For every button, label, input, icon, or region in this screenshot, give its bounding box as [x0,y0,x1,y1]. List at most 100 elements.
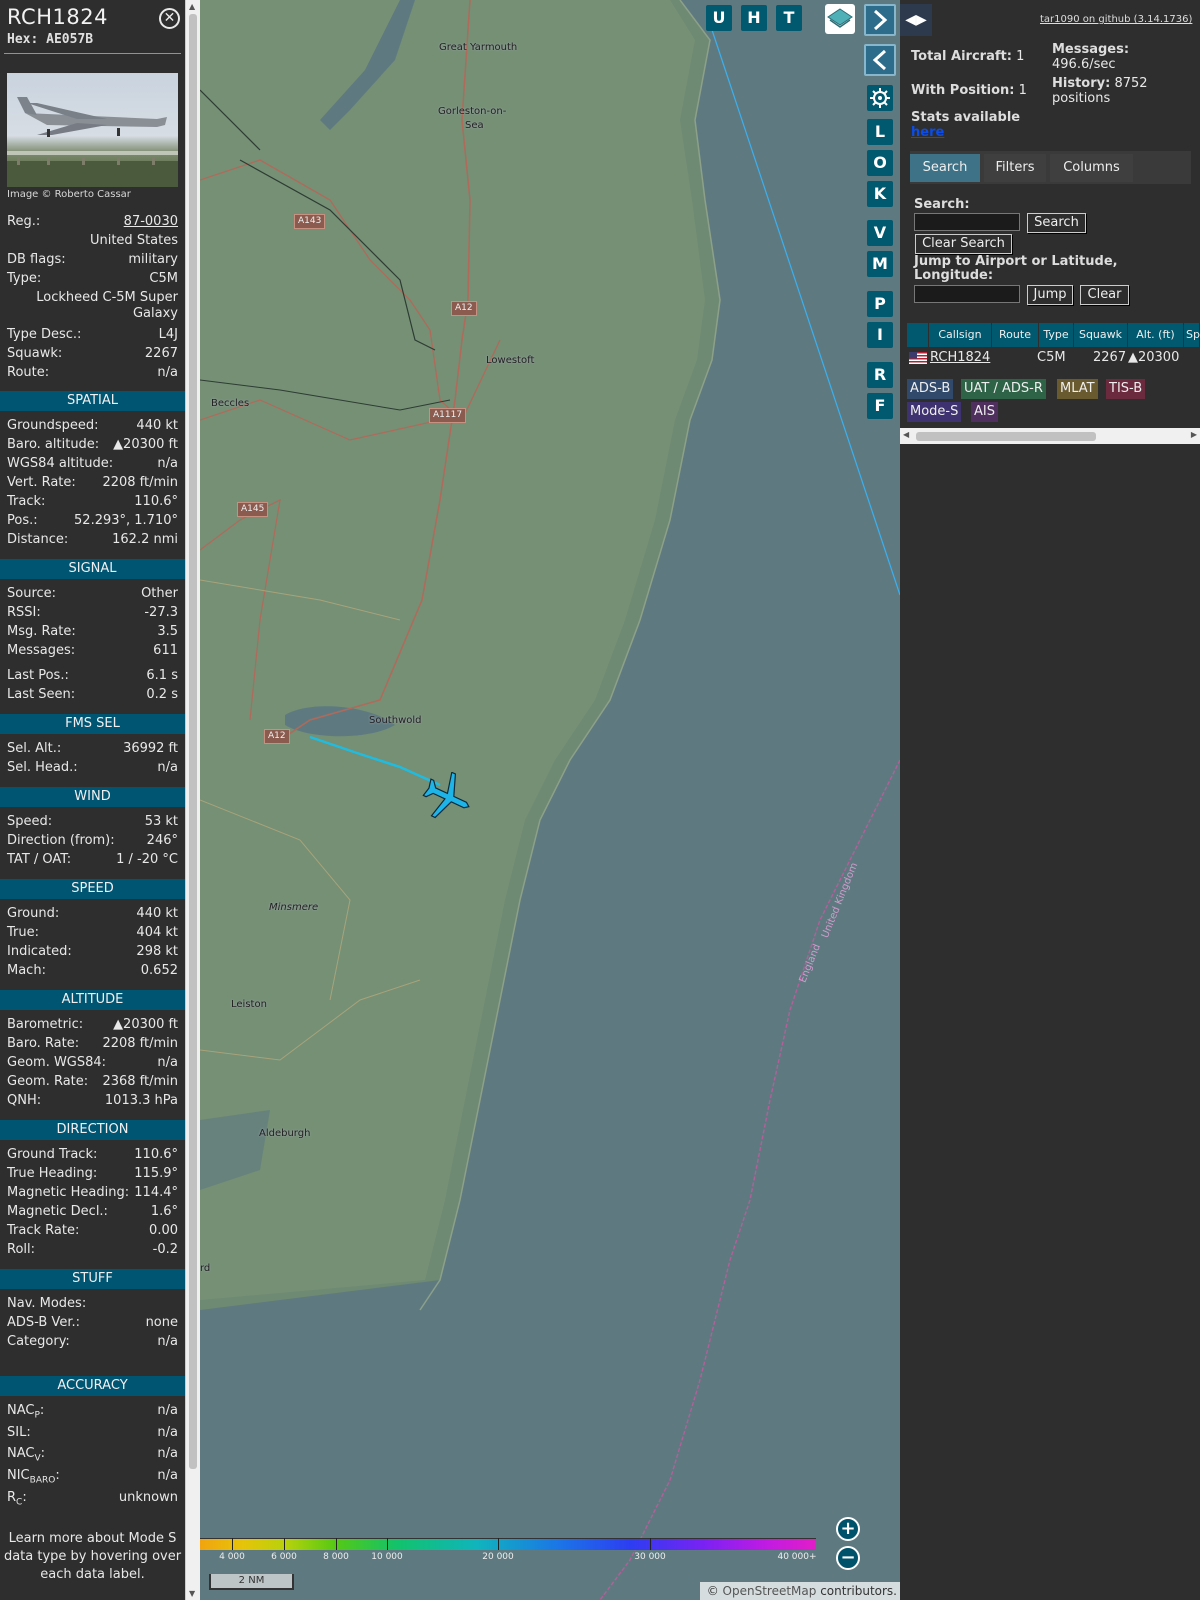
position-row: Pos.: 52.293°, 1.710° [7,513,178,528]
next-aircraft-button[interactable] [864,4,896,36]
table-header-speed[interactable]: Sp [1184,323,1200,347]
ground-track-label: Ground Track: [7,1147,98,1162]
github-link[interactable]: tar1090 on github (3.14.1736) [1040,14,1192,25]
toggle-u-button[interactable]: U [706,5,732,31]
toggle-v-button[interactable]: V [867,220,893,246]
rc-label: RC: [7,1490,27,1508]
scale-line: 2 NM [209,1574,294,1590]
zoom-in-button[interactable]: + [836,1517,860,1541]
table-header-squawk[interactable]: Squawk [1074,323,1128,347]
squawk-row: Squawk: 2267 [7,346,178,361]
geom-rate-row: Geom. Rate: 2368 ft/min [7,1074,178,1089]
true-speed-value: 404 kt [136,925,178,940]
squawk-label: Squawk: [7,346,63,361]
messages-row: Messages: 611 [7,643,178,658]
wind-dir-label: Direction (from): [7,833,115,848]
badge-uat-adsr: UAT / ADS-R [961,379,1046,399]
stats-here-link[interactable]: here [911,125,944,140]
aircraft-photo[interactable] [7,73,178,187]
search-input[interactable] [914,213,1020,231]
table-header-type[interactable]: Type [1039,323,1074,347]
vert-rate-row: Vert. Rate: 2208 ft/min [7,475,178,490]
expand-arrows-icon: ◀▶ [905,12,927,28]
type-name: Lockheed C-5M Super Galaxy [36,290,178,321]
scroll-left-arrow-icon[interactable]: ◀ [903,430,909,439]
roll-row: Roll: -0.2 [7,1242,178,1257]
badge-ais: AIS [971,402,998,422]
zoom-out-button[interactable]: − [836,1546,860,1570]
table-header-callsign[interactable]: Callsign [929,323,992,347]
legend-label: 40 000+ [777,1552,817,1562]
layers-button[interactable] [825,4,855,34]
vert-rate-value: 2208 ft/min [102,475,178,490]
clear-search-button[interactable]: Clear Search [915,234,1012,254]
map-view[interactable]: Great Yarmouth Gorleston-on- Sea Lowesto… [200,0,900,1600]
scroll-down-arrow-icon[interactable]: ▼ [189,1589,195,1598]
track-row: Track: 110.6° [7,494,178,509]
scrollbar-thumb[interactable] [916,432,1096,441]
nacp-label: NACP: [7,1403,45,1421]
total-aircraft: Total Aircraft: 1 [911,49,1024,64]
table-header-flag[interactable] [907,323,929,347]
toggle-r-button[interactable]: R [867,362,893,388]
track-value: 110.6° [134,494,178,509]
toggle-t-button[interactable]: T [776,5,802,31]
with-position-label: With Position: [911,83,1015,98]
jump-button[interactable]: Jump [1027,285,1073,305]
scroll-up-arrow-icon[interactable]: ▲ [189,2,195,11]
scrollbar-thumb[interactable] [189,14,197,1469]
search-button[interactable]: Search [1027,213,1086,233]
info-panel-scrollbar[interactable]: ▲ ▼ [185,0,200,1600]
map-tiles [200,0,900,1600]
tab-filters[interactable]: Filters [984,154,1046,182]
type-row: Type: C5M [7,271,178,286]
sel-alt-label: Sel. Alt.: [7,741,62,756]
vert-rate-label: Vert. Rate: [7,475,76,490]
scroll-right-arrow-icon[interactable]: ▶ [1191,430,1197,439]
stats-available: Stats available here [911,110,1020,140]
with-position: With Position: 1 [911,83,1027,98]
table-horizontal-scrollbar[interactable]: ◀ ▶ [900,428,1200,444]
last-seen-value: 0.2 s [146,687,178,702]
rc-label-text: R [7,1490,17,1505]
tab-columns[interactable]: Columns [1050,154,1133,182]
toggle-p-button[interactable]: P [867,291,893,317]
position-label: Pos.: [7,513,38,528]
last-seen-row: Last Seen: 0.2 s [7,687,178,702]
settings-button[interactable] [867,85,893,111]
table-header-altitude[interactable]: Alt. (ft) [1128,323,1184,347]
close-icon[interactable]: ✕ [159,8,180,29]
row-callsign[interactable]: RCH1824 [930,349,990,367]
distance-label: Distance: [7,532,69,547]
barometric-label: Barometric: [7,1017,84,1032]
prev-aircraft-button[interactable] [864,44,896,76]
toggle-sidebar-button[interactable]: ◀▶ [900,4,932,36]
toggle-m-button[interactable]: M [867,251,893,277]
toggle-l-button[interactable]: L [867,119,893,145]
last-seen-label: Last Seen: [7,687,76,702]
toggle-f-button[interactable]: F [867,393,893,419]
map-attribution: © OpenStreetMap contributors. [700,1582,900,1600]
road-label: A1117 [429,408,467,423]
ground-track-value: 110.6° [134,1147,178,1162]
osm-link[interactable]: OpenStreetMap [723,1584,817,1598]
tab-search[interactable]: Search [910,154,980,182]
jump-label: Jump to Airport or Latitude, Longitude: [914,254,1118,283]
sel-head-label: Sel. Head.: [7,760,78,775]
toggle-k-button[interactable]: K [867,181,893,207]
town-label: Great Yarmouth [439,42,518,53]
groundspeed-label: Groundspeed: [7,418,99,433]
messages-label: Messages: [7,643,76,658]
barometric-row: Barometric: ▲20300 ft [7,1017,178,1032]
jump-input[interactable] [914,285,1020,303]
badge-mlat: MLAT [1057,379,1098,399]
true-heading-row: True Heading: 115.9° [7,1166,178,1181]
reg-link[interactable]: 87-0030 [124,214,178,229]
aircraft-marker-icon[interactable] [420,772,476,822]
toggle-h-button[interactable]: H [741,5,767,31]
clear-button[interactable]: Clear [1080,285,1129,305]
table-header-route[interactable]: Route [992,323,1039,347]
magnetic-heading-value: 114.4° [134,1185,178,1200]
toggle-i-button[interactable]: I [867,322,893,348]
toggle-o-button[interactable]: O [867,150,893,176]
